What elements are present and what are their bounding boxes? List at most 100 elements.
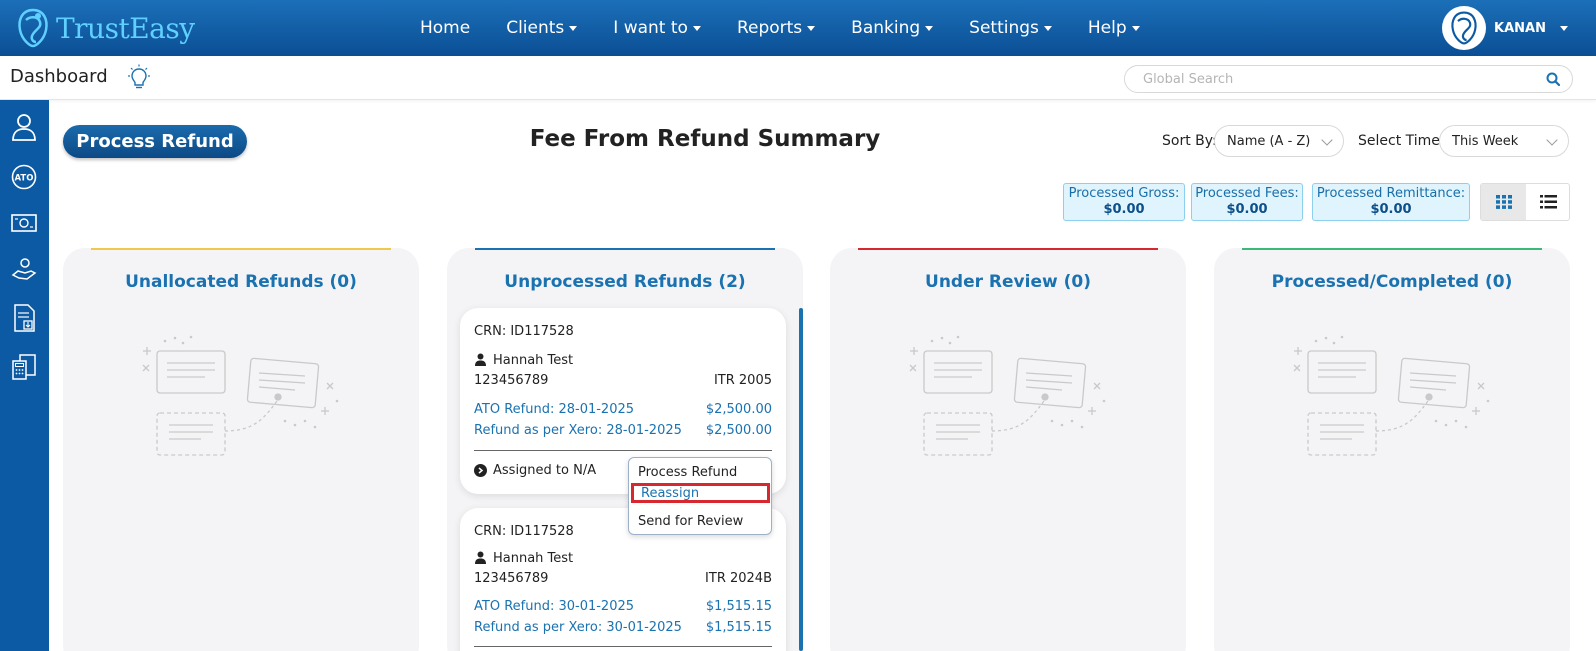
caret-down-icon: [1043, 25, 1052, 31]
nav-help[interactable]: Help: [1088, 18, 1140, 38]
caret-down-icon: [925, 25, 934, 31]
nav-home-label: Home: [420, 18, 471, 38]
card-xero-refund: Refund as per Xero: 28-01-2025: [474, 423, 682, 438]
column-accent-line: [858, 248, 1158, 250]
user-name: KANAN: [1494, 20, 1546, 36]
empty-state-illustration: [1293, 335, 1490, 456]
card-itr: ITR 2024B: [705, 571, 772, 586]
card-ato-refund: ATO Refund: 28-01-2025: [474, 402, 635, 417]
card-xero-amount: $2,500.00: [705, 423, 772, 438]
stat-label: Processed Remittance:: [1316, 186, 1466, 201]
trusteasy-logo-icon: [18, 8, 48, 48]
sort-by-value: Name (A - Z): [1227, 133, 1311, 149]
sort-by-label: Sort By:: [1162, 133, 1217, 149]
search-icon[interactable]: [1546, 72, 1560, 86]
list-view-button[interactable]: [1526, 184, 1570, 220]
nav-reports-label: Reports: [736, 18, 803, 38]
nav-banking[interactable]: Banking: [851, 18, 934, 38]
main-nav: Home Clients I want to Reports Banking S…: [420, 0, 1176, 56]
user-icon[interactable]: [9, 112, 39, 142]
chevron-down-icon: [1321, 134, 1333, 146]
nav-home[interactable]: Home: [420, 18, 470, 38]
card-client-name: Hannah Test: [493, 551, 574, 566]
stat-value: $0.00: [1226, 202, 1268, 217]
card-divider: [474, 450, 772, 451]
card-crn: CRN: ID117528: [474, 524, 574, 539]
card-tfn: 123456789: [474, 571, 549, 586]
stat-processed-gross: Processed Gross: $0.00: [1063, 183, 1185, 221]
brand-name: TrustEasy: [56, 11, 195, 45]
card-xero-amount: $1,515.15: [705, 620, 772, 635]
stat-label: Processed Gross:: [1068, 186, 1180, 201]
page-title: Fee From Refund Summary: [529, 126, 881, 152]
document-download-icon[interactable]: [9, 303, 39, 333]
nav-settings[interactable]: Settings: [969, 18, 1052, 38]
ato-icon-label: ATO: [15, 174, 34, 184]
card-ato-amount: $2,500.00: [705, 402, 772, 417]
nav-banking-label: Banking: [851, 18, 921, 38]
ato-icon[interactable]: ATO: [9, 162, 39, 192]
caret-down-icon: [1131, 25, 1140, 31]
user-menu[interactable]: KANAN: [1442, 6, 1568, 50]
calculator-icon[interactable]: [9, 352, 39, 382]
nav-settings-label: Settings: [969, 18, 1039, 38]
top-navbar: TrustEasy Home Clients I want to Reports…: [0, 0, 1596, 56]
column-title-under-review: Under Review (0): [925, 272, 1091, 292]
caret-down-icon: [1560, 25, 1568, 31]
stat-label: Processed Fees:: [1195, 186, 1299, 201]
empty-state-illustration: [909, 335, 1106, 456]
card-tfn: 123456789: [474, 373, 549, 388]
avatar: [1442, 6, 1487, 50]
stat-value: $0.00: [1370, 202, 1412, 217]
menu-item-reassign[interactable]: Reassign: [631, 483, 770, 503]
lightbulb-icon[interactable]: [126, 64, 152, 92]
process-refund-button[interactable]: Process Refund: [63, 125, 247, 158]
brand-logo[interactable]: TrustEasy: [12, 6, 195, 50]
page-title-dashboard: Dashboard: [10, 66, 108, 87]
user-avatar-icon: [1451, 11, 1477, 45]
nav-help-label: Help: [1087, 18, 1127, 38]
column-accent-line: [1242, 248, 1542, 250]
nav-clients[interactable]: Clients: [506, 18, 578, 38]
caret-down-icon: [807, 25, 816, 31]
nav-i-want-to[interactable]: I want to: [613, 18, 701, 38]
card-assigned-label: Assigned to N/A: [493, 463, 597, 478]
caret-down-icon: [569, 25, 578, 31]
grid-view-button[interactable]: [1481, 184, 1526, 220]
select-time-select[interactable]: This Week: [1439, 125, 1569, 157]
person-icon: [475, 353, 486, 366]
chevron-down-icon: [1546, 134, 1558, 146]
list-icon: [1539, 195, 1557, 209]
stat-processed-remittance: Processed Remittance: $0.00: [1312, 183, 1470, 221]
dashboard-header: Dashboard: [0, 56, 1596, 100]
card-divider: [474, 646, 772, 647]
nav-reports[interactable]: Reports: [736, 18, 816, 38]
card-crn: CRN: ID117528: [474, 324, 574, 339]
select-time-value: This Week: [1452, 133, 1519, 149]
hand-coin-icon[interactable]: [9, 255, 39, 285]
card-xero-refund: Refund as per Xero: 30-01-2025: [474, 620, 682, 635]
sort-by-select[interactable]: Name (A - Z): [1214, 125, 1344, 157]
select-time-label: Select Time:: [1358, 133, 1445, 149]
chevron-right-circle-icon: [474, 464, 487, 477]
card-ato-amount: $1,515.15: [705, 599, 772, 614]
menu-item-send-for-review[interactable]: Send for Review: [638, 511, 743, 531]
card-assigned[interactable]: Assigned to N/A: [474, 463, 596, 478]
global-search-input[interactable]: [1143, 66, 1543, 92]
column-scrollbar[interactable]: [799, 308, 803, 651]
card-itr: ITR 2005: [713, 373, 772, 388]
menu-item-process-refund[interactable]: Process Refund: [638, 462, 737, 482]
column-accent-line: [91, 248, 391, 250]
column-title-unallocated: Unallocated Refunds (0): [125, 272, 357, 292]
nav-i-want-to-label: I want to: [613, 18, 688, 38]
column-title-processed: Processed/Completed (0): [1271, 272, 1513, 292]
person-icon: [475, 551, 486, 564]
stat-processed-fees: Processed Fees: $0.00: [1191, 183, 1303, 221]
card-context-menu: Process Refund Reassign Send for Review: [628, 457, 772, 535]
card-ato-refund: ATO Refund: 30-01-2025: [474, 599, 635, 614]
global-search: [1124, 65, 1573, 93]
money-icon[interactable]: [9, 208, 39, 238]
nav-clients-label: Clients: [506, 18, 565, 38]
empty-state-illustration: [142, 335, 339, 456]
grid-icon: [1495, 195, 1512, 209]
